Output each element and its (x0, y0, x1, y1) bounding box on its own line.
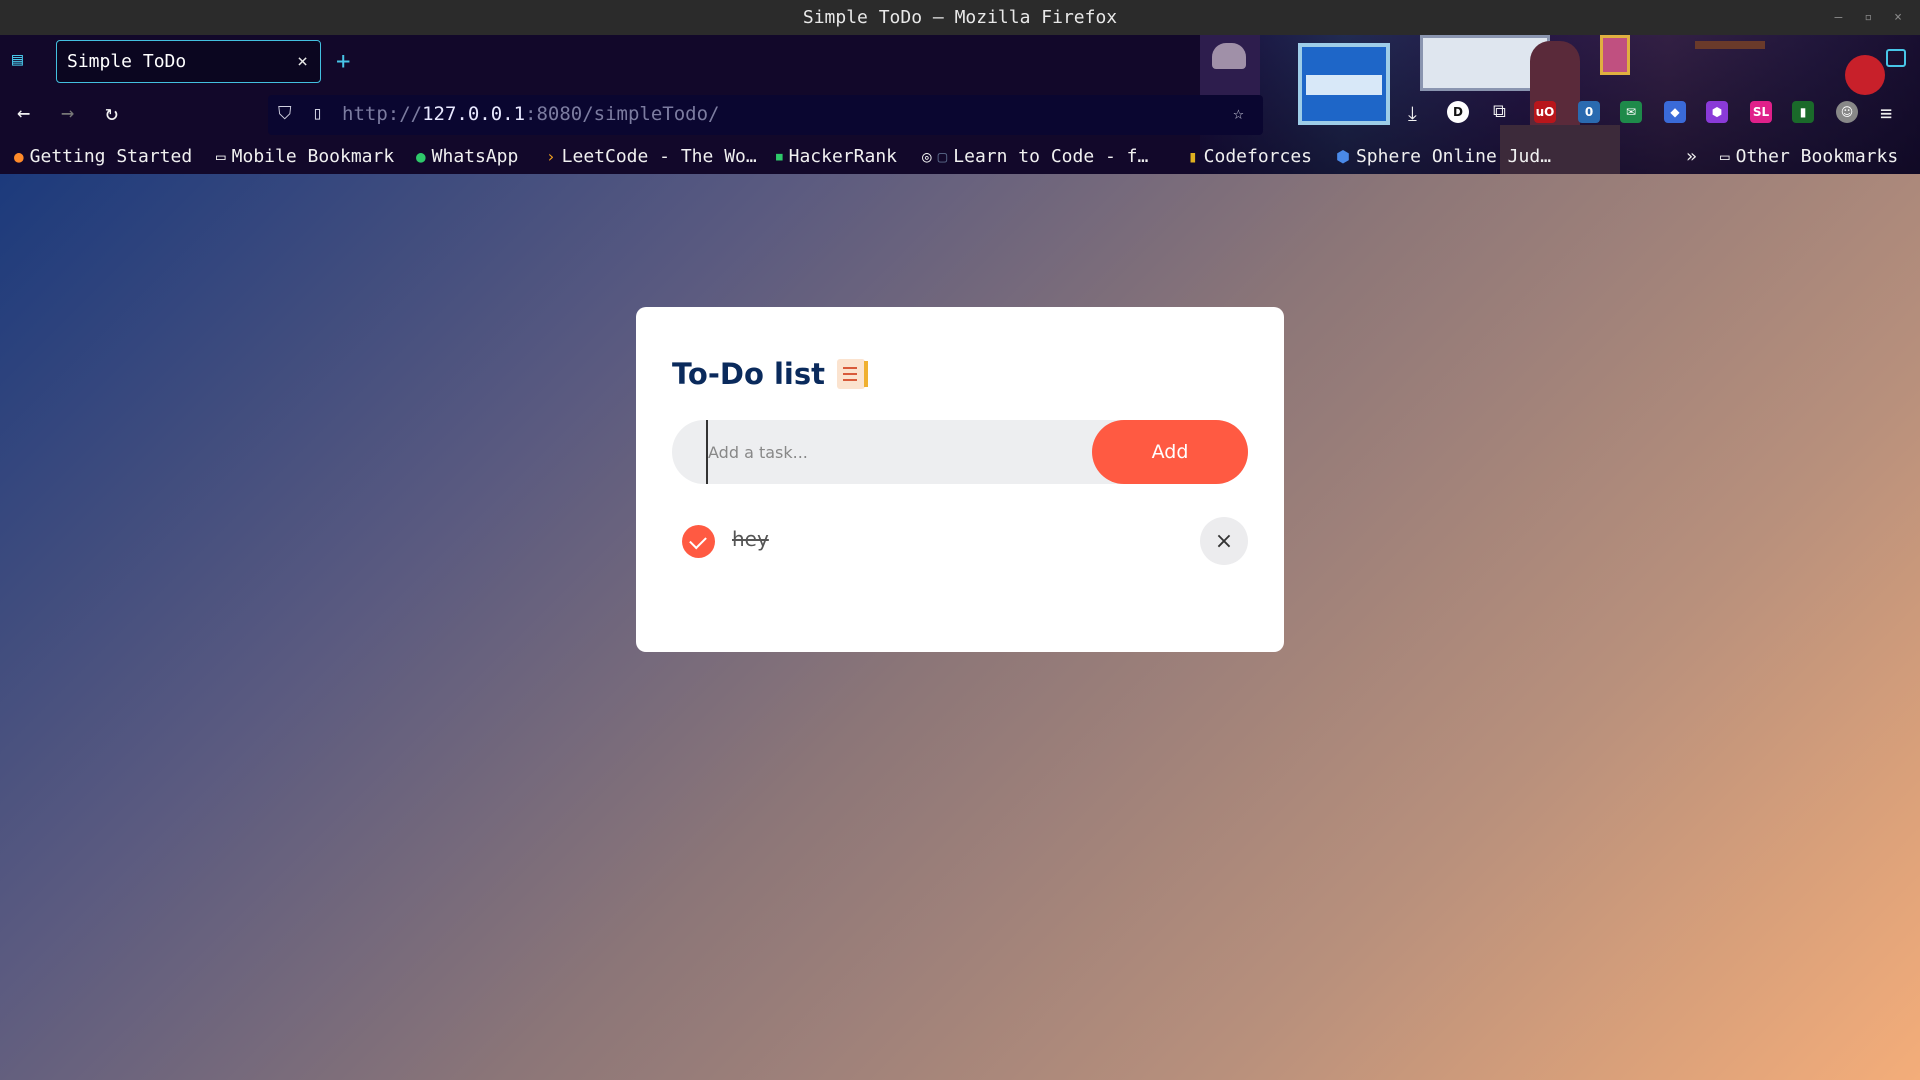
window-title: Simple ToDo — Mozilla Firefox (802, 7, 1118, 28)
bookmarks-toolbar: ● Getting Started ▭ Mobile Bookmark ● Wh… (0, 139, 1920, 174)
url-bar[interactable]: ⛉ ▯ http://127.0.0.1:8080/simpleTodo/ ☆ (268, 95, 1263, 135)
back-icon[interactable]: ← (17, 101, 30, 126)
new-tab-button[interactable]: + (336, 47, 350, 75)
bookmark-whatsapp[interactable]: ● WhatsApp (416, 146, 518, 167)
checked-icon[interactable] (682, 525, 715, 558)
menu-icon[interactable]: ≡ (1880, 101, 1892, 125)
tab-title: Simple ToDo (67, 51, 187, 72)
extension-sl-icon[interactable]: SL (1750, 101, 1772, 123)
forward-icon[interactable]: → (61, 101, 74, 126)
ublock-icon[interactable]: uO (1534, 101, 1556, 123)
bookmark-star-icon[interactable]: ☆ (1233, 103, 1244, 124)
close-window-icon[interactable]: × (1894, 10, 1902, 25)
bookmark-leetcode[interactable]: › LeetCode - The Wo… (546, 146, 757, 167)
leetcode-icon: › (546, 147, 556, 166)
extension-counter-icon[interactable]: 0 (1578, 101, 1600, 123)
tab-simple-todo[interactable]: Simple ToDo × (56, 40, 321, 83)
minimize-icon[interactable]: – (1835, 10, 1843, 25)
freecodecamp-icon: ▢ (937, 147, 948, 166)
extension-green-icon[interactable]: ▮ (1792, 101, 1814, 123)
window-titlebar: Simple ToDo — Mozilla Firefox – ▫ × (0, 0, 1920, 35)
bookmark-learn-to-code[interactable]: ◎ ▢ Learn to Code - f… (922, 146, 1148, 167)
bookmarks-overflow-icon[interactable]: » (1686, 146, 1697, 167)
add-task-form: Add (672, 420, 1248, 484)
extension-hex-icon[interactable]: ⬢ (1706, 101, 1728, 123)
folder-icon: ▭ (1720, 147, 1730, 166)
downloads-icon[interactable]: ⤓ (1408, 101, 1417, 125)
tab-list-icon[interactable]: ▤ (12, 49, 34, 70)
hackerrank-icon: ■ (776, 150, 783, 163)
folder-icon: ▭ (216, 147, 226, 166)
add-button[interactable]: Add (1092, 420, 1248, 484)
page-title: To-Do list (672, 357, 868, 391)
spoj-icon: ⬢ (1336, 147, 1350, 166)
notepad-icon (837, 359, 868, 389)
browser-chrome: ▤ Simple ToDo × + ← → ↻ ⛉ ▯ http://127.0… (0, 35, 1920, 174)
bookmark-hackerrank[interactable]: ■ HackerRank (776, 146, 897, 167)
bookmark-codeforces[interactable]: ▮ Codeforces (1188, 146, 1312, 167)
mail-icon[interactable]: ✉ (1620, 101, 1642, 123)
extension-shield-icon[interactable]: ◆ (1664, 101, 1686, 123)
codeforces-icon: ▮ (1188, 147, 1198, 166)
whatsapp-icon: ● (416, 147, 426, 166)
tab-close-icon[interactable]: × (297, 51, 308, 72)
bookmark-spoj[interactable]: ⬢ Sphere Online Jud… (1336, 146, 1551, 167)
other-bookmarks[interactable]: ▭ Other Bookmarks (1720, 146, 1898, 167)
extension-face-icon[interactable]: ☺ (1836, 101, 1858, 123)
firefox-view-icon[interactable] (1886, 49, 1906, 67)
delete-task-button[interactable]: × (1200, 517, 1248, 565)
bookmark-getting-started[interactable]: ● Getting Started (14, 146, 192, 167)
window-controls: – ▫ × (1835, 0, 1902, 35)
globe-icon: ◎ (922, 147, 932, 166)
page-background: To-Do list Add hey × (0, 174, 1920, 1080)
maximize-icon[interactable]: ▫ (1864, 10, 1872, 25)
task-text[interactable]: hey (732, 527, 769, 551)
todo-card: To-Do list Add hey × (636, 307, 1284, 652)
reload-icon[interactable]: ↻ (105, 101, 118, 126)
close-icon: × (1214, 528, 1234, 554)
extensions-puzzle-icon[interactable]: ⧉ (1493, 101, 1506, 122)
page-icon[interactable]: ▯ (312, 103, 323, 124)
navigation-bar: ← → ↻ ⛉ ▯ http://127.0.0.1:8080/simpleTo… (0, 91, 1920, 137)
shield-icon[interactable]: ⛉ (278, 103, 292, 124)
bookmark-mobile[interactable]: ▭ Mobile Bookmark (216, 146, 394, 167)
url-text[interactable]: http://127.0.0.1:8080/simpleTodo/ (342, 103, 720, 125)
extension-d-icon[interactable]: D (1447, 101, 1469, 123)
list-item[interactable]: hey × (672, 517, 1248, 565)
task-input[interactable] (706, 420, 1086, 484)
firefox-icon: ● (14, 147, 24, 166)
tab-bar: ▤ Simple ToDo × + (0, 35, 1920, 85)
